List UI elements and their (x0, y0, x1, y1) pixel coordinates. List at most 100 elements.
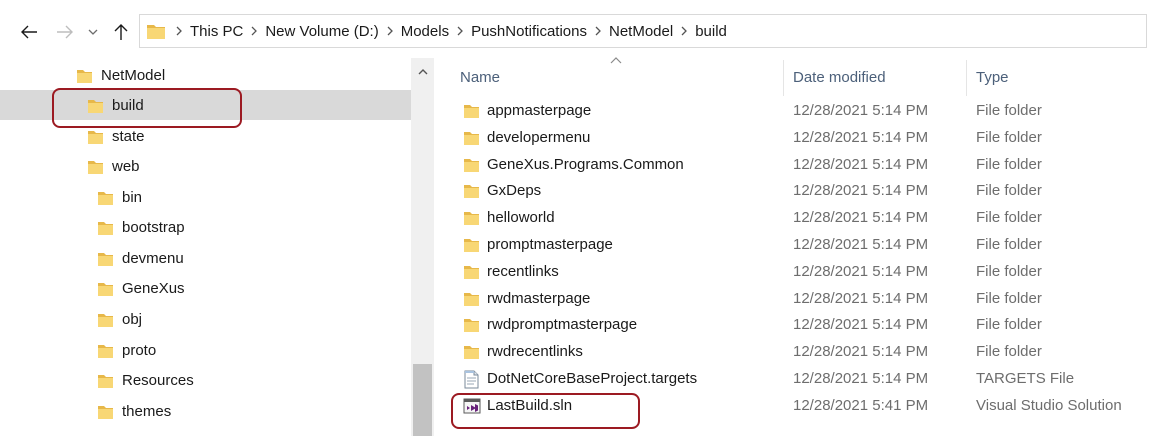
breadcrumb-separator-icon[interactable] (587, 26, 609, 36)
breadcrumb-build[interactable]: build (695, 23, 727, 40)
folder-icon (463, 263, 480, 284)
folder-icon (463, 343, 480, 364)
nav-item-label: web (112, 157, 140, 175)
file-type: File folder (976, 102, 1042, 119)
column-header-label: Date modified (793, 68, 886, 86)
breadcrumb-separator-icon[interactable] (673, 26, 695, 36)
nav-item-label: obj (122, 310, 143, 328)
scrollbar-thumb[interactable] (413, 364, 432, 436)
file-name: rwdrecentlinks (487, 343, 583, 361)
file-name: recentlinks (487, 262, 559, 280)
file-date-modified: 12/28/2021 5:14 PM (793, 102, 929, 119)
file-date-modified: 12/28/2021 5:14 PM (793, 316, 929, 334)
file-row[interactable]: appmasterpage 12/28/2021 5:14 PM File fold… (453, 98, 1155, 125)
arrow-right-icon (57, 25, 73, 39)
address-bar[interactable]: This PC New Volume (D:) Models PushNotif… (139, 14, 1147, 48)
nav-item-label: themes (122, 402, 172, 420)
folder-icon (463, 102, 480, 123)
folder-icon (97, 280, 114, 297)
nav-item-label: GeneXus (122, 279, 185, 297)
nav-item-bootstrap[interactable]: bootstrap (0, 212, 411, 242)
breadcrumb-new-volume[interactable]: New Volume (D:) (265, 23, 378, 40)
nav-item-label: bootstrap (122, 218, 185, 236)
forward-button[interactable] (52, 18, 78, 46)
folder-icon (87, 97, 104, 114)
folder-icon (97, 189, 114, 206)
nav-item-label: devmenu (122, 249, 184, 267)
breadcrumb-pushnotifications[interactable]: PushNotifications (471, 23, 587, 40)
up-button[interactable] (108, 18, 134, 46)
file-name: GeneXus.Programs.Common (487, 155, 684, 173)
file-date-modified: 12/28/2021 5:14 PM (793, 182, 929, 200)
file-date-modified: 12/28/2021 5:14 PM (793, 343, 929, 361)
folder-icon (463, 182, 480, 203)
breadcrumb-separator-icon[interactable] (379, 26, 401, 36)
column-header-type[interactable]: Type (967, 58, 1147, 96)
nav-item-label: NetModel (101, 66, 166, 84)
nav-item-bin[interactable]: bin (0, 182, 411, 212)
file-name: GxDeps (487, 182, 542, 200)
file-name: developermenu (487, 128, 591, 146)
folder-icon (463, 316, 480, 337)
nav-item-devmenu[interactable]: devmenu (0, 243, 411, 273)
nav-item-netmodel[interactable]: NetModel (0, 60, 411, 90)
nav-item-proto[interactable]: proto (0, 335, 411, 365)
file-date-modified: 12/28/2021 5:14 PM (793, 262, 929, 280)
file-type: File folder (976, 155, 1042, 173)
folder-icon (463, 156, 480, 177)
folder-icon (97, 372, 114, 389)
file-row[interactable]: GeneXus.Programs.Common 12/28/2021 5:14 P… (453, 152, 1155, 179)
file-row[interactable]: rwdrecentlinks 12/28/2021 5:14 PM File fol… (453, 339, 1155, 366)
nav-item-resources[interactable]: Resources (0, 365, 411, 395)
nav-item-web[interactable]: web (0, 151, 411, 181)
file-date-modified: 12/28/2021 5:14 PM (793, 128, 929, 146)
folder-icon (146, 21, 166, 41)
nav-item-themes[interactable]: themes (0, 396, 411, 426)
file-row[interactable]: promptmasterpage 12/28/2021 5:14 PM File f… (453, 232, 1155, 259)
recent-locations-button[interactable] (83, 18, 103, 46)
text-file-icon (463, 370, 480, 393)
breadcrumb-separator-icon[interactable] (449, 26, 471, 36)
file-row[interactable]: helloworld 12/28/2021 5:14 PM File folder (453, 205, 1155, 232)
file-row[interactable]: LastBuild.sln 12/28/2021 5:41 PM Visual St… (453, 393, 1155, 420)
breadcrumb-models[interactable]: Models (401, 23, 449, 40)
nav-item-label: state (112, 127, 145, 145)
file-row[interactable]: DotNetCoreBaseProject.targets 12/28/2021 … (453, 366, 1155, 393)
file-row[interactable]: developermenu 12/28/2021 5:14 PM File fold… (453, 125, 1155, 152)
file-row[interactable]: rwdpromptmasterpage 12/28/2021 5:14 PM Fil… (453, 312, 1155, 339)
back-button[interactable] (16, 18, 42, 46)
file-type: File folder (976, 262, 1042, 280)
nav-item-state[interactable]: state (0, 121, 411, 151)
breadcrumb-this-pc[interactable]: This PC (190, 23, 243, 40)
file-name: DotNetCoreBaseProject.targets (487, 370, 698, 387)
nav-pane-scrollbar[interactable] (411, 58, 434, 436)
nav-item-obj[interactable]: obj (0, 304, 411, 334)
file-name: promptmasterpage (487, 236, 613, 253)
folder-icon (87, 158, 104, 175)
file-type: File folder (976, 182, 1042, 200)
file-date-modified: 12/28/2021 5:14 PM (793, 289, 929, 307)
navigation-pane[interactable]: NetModel build state web bin bootstrap d… (0, 58, 436, 436)
file-type: File folder (976, 209, 1042, 227)
folder-icon (463, 290, 480, 311)
nav-item-genexus[interactable]: GeneXus (0, 273, 411, 303)
file-type: File folder (976, 128, 1042, 146)
file-row[interactable]: rwdmasterpage 12/28/2021 5:14 PM File fold… (453, 286, 1155, 313)
nav-item-label: Resources (122, 371, 194, 389)
file-row[interactable]: GxDeps 12/28/2021 5:14 PM File folder (453, 178, 1155, 205)
breadcrumb-netmodel[interactable]: NetModel (609, 23, 673, 40)
scroll-up-button[interactable] (411, 58, 434, 86)
column-header-date-modified[interactable]: Date modified (784, 58, 966, 96)
arrow-left-icon (21, 25, 37, 39)
nav-item-build[interactable]: build (0, 90, 411, 120)
file-name: helloworld (487, 209, 555, 227)
file-date-modified: 12/28/2021 5:41 PM (793, 396, 929, 414)
file-type: TARGETS File (976, 370, 1075, 387)
file-row[interactable]: recentlinks 12/28/2021 5:14 PM File folder (453, 259, 1155, 286)
file-name: rwdmasterpage (487, 289, 591, 307)
folder-icon (463, 129, 480, 150)
breadcrumb-separator-icon[interactable] (243, 26, 265, 36)
arrow-up-icon (114, 24, 128, 40)
column-header-name[interactable]: Name (453, 58, 783, 96)
folder-icon (97, 250, 114, 267)
